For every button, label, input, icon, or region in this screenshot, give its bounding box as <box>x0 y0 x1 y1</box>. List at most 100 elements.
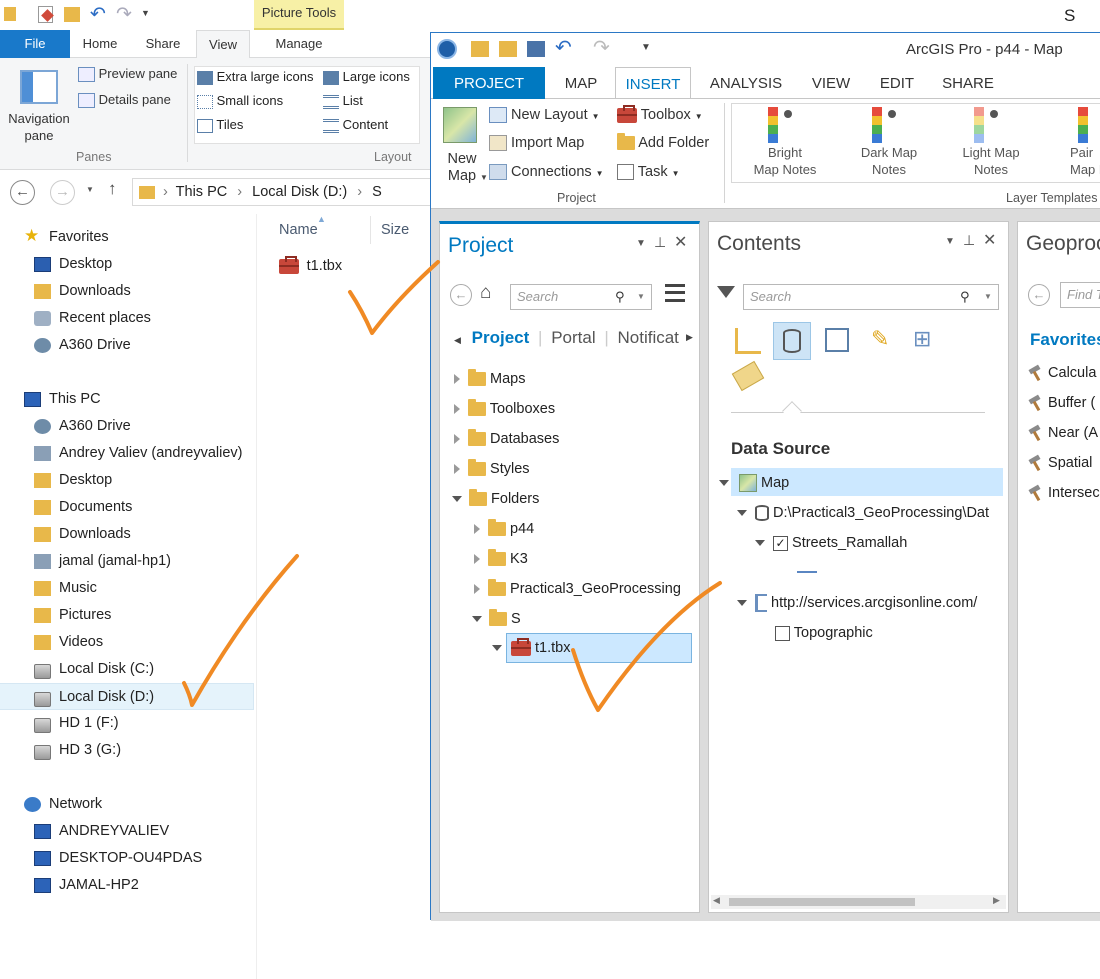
tree-item-t1[interactable]: t1.tbx <box>492 635 571 661</box>
pin-icon[interactable]: ⊥ <box>654 234 666 251</box>
nav-item-jamal-hp2[interactable]: JAMAL-HP2 <box>0 872 256 899</box>
nav-item-jamal[interactable]: jamal (jamal-hp1) <box>0 548 256 575</box>
bright-map-notes-template[interactable]: Bright Map Notes <box>740 104 830 182</box>
large-icons-option[interactable]: Large icons <box>323 69 410 85</box>
undo-icon[interactable]: ↶ <box>555 35 572 60</box>
pane-options-icon[interactable]: ▼ <box>945 236 955 247</box>
tree-item-service[interactable]: http://services.arcgisonline.com/ <box>737 590 1003 616</box>
scroll-left-icon[interactable]: ◀ <box>713 895 720 906</box>
scroll-thumb[interactable] <box>729 898 915 906</box>
list-by-data-source-icon[interactable] <box>773 322 811 360</box>
tree-item-maps[interactable]: Maps <box>454 366 526 392</box>
extra-large-icons-option[interactable]: Extra large icons <box>197 69 313 85</box>
content-option[interactable]: Content <box>323 117 388 133</box>
nav-item-videos[interactable]: Videos <box>0 629 256 656</box>
tab-insert[interactable]: INSERT <box>615 67 691 100</box>
new-layout-button[interactable]: New Layout ▼ <box>489 107 600 124</box>
tree-item-s[interactable]: S <box>472 606 521 632</box>
nav-item-desktop-pc[interactable]: Desktop <box>0 467 256 494</box>
qat-customize-icon[interactable]: ▼ <box>641 42 651 53</box>
subtab-project[interactable]: Project <box>472 328 530 347</box>
nav-item-desktop[interactable]: Desktop <box>0 251 256 278</box>
nav-this-pc[interactable]: This PC <box>0 386 256 413</box>
tree-item-db-path[interactable]: D:\Practical3_GeoProcessing\Dat <box>737 500 1003 526</box>
breadcrumb-item[interactable]: S <box>372 184 382 200</box>
list-by-snapping-icon[interactable]: ⊞ <box>913 326 931 352</box>
small-icons-option[interactable]: Small icons <box>197 93 283 109</box>
favorites-heading[interactable]: Favorites <box>1030 330 1100 350</box>
task-button[interactable]: Task ▼ <box>617 164 680 181</box>
tab-analysis[interactable]: ANALYSIS <box>701 67 791 99</box>
horizontal-scrollbar[interactable]: ◀ ▶ <box>711 895 1006 909</box>
nav-item-andrey-valiev[interactable]: Andrey Valiev (andreyvaliev) <box>0 440 256 467</box>
tab-view[interactable]: View <box>196 30 250 59</box>
forward-arrow-icon[interactable]: → <box>50 180 75 205</box>
navigation-pane-button[interactable]: Navigation pane <box>6 66 72 150</box>
connections-button[interactable]: Connections ▼ <box>489 164 604 181</box>
tab-view[interactable]: VIEW <box>801 67 861 99</box>
nav-item-music[interactable]: Music <box>0 575 256 602</box>
nav-favorites[interactable]: ★ Favorites <box>0 224 256 251</box>
preview-pane-button[interactable]: Preview pane <box>78 66 177 83</box>
nav-item-a360-drive[interactable]: A360 Drive <box>0 332 256 359</box>
find-tools-input[interactable]: Find T <box>1060 282 1100 308</box>
breadcrumb-item[interactable]: Local Disk (D:) <box>252 184 347 200</box>
tab-file[interactable]: File <box>0 30 70 58</box>
column-header-size[interactable]: Size <box>381 222 409 238</box>
open-project-icon[interactable] <box>499 41 517 57</box>
nav-item-downloads-pc[interactable]: Downloads <box>0 521 256 548</box>
new-project-icon[interactable] <box>471 41 489 57</box>
undo-icon[interactable]: ↶ <box>90 3 106 26</box>
tree-item-topographic[interactable]: Topographic <box>775 620 873 646</box>
tree-item-toolboxes[interactable]: Toolboxes <box>454 396 555 422</box>
tool-spatial[interactable]: Spatial <box>1028 450 1092 476</box>
checkbox-checked-icon[interactable]: ✓ <box>773 535 788 551</box>
nav-item-a360-drive-pc[interactable]: A360 Drive <box>0 413 256 440</box>
tree-item-p44[interactable]: p44 <box>474 516 534 542</box>
pane-options-icon[interactable]: ▼ <box>636 238 646 249</box>
tree-item-practical3[interactable]: Practical3_GeoProcessing <box>474 576 681 602</box>
back-icon[interactable]: ← <box>450 284 472 306</box>
dark-map-notes-template[interactable]: Dark Map Notes <box>844 104 934 182</box>
import-map-button[interactable]: Import Map <box>489 135 584 152</box>
tree-item-streets[interactable]: ✓ Streets_Ramallah <box>755 530 907 556</box>
file-item[interactable]: t1.tbx <box>279 256 342 275</box>
list-by-labeling-icon[interactable] <box>731 360 765 392</box>
tool-buffer[interactable]: Buffer ( <box>1028 390 1095 416</box>
properties-icon[interactable] <box>38 6 54 23</box>
subtab-notifications[interactable]: Notificat <box>618 328 679 347</box>
list-option[interactable]: List <box>323 93 363 109</box>
tool-calculate[interactable]: Calcula <box>1028 360 1096 386</box>
new-map-button[interactable]: New Map ▼ <box>437 103 488 187</box>
column-header-name[interactable]: Name <box>279 222 318 238</box>
nav-item-documents[interactable]: Documents <box>0 494 256 521</box>
recent-locations-icon[interactable]: ▼ <box>86 185 94 194</box>
nav-item-local-disk-d[interactable]: Local Disk (D:) <box>0 683 254 710</box>
contents-search-input[interactable]: Search ⚲ ▼ <box>743 284 999 310</box>
tree-item-databases[interactable]: Databases <box>454 426 559 452</box>
home-icon[interactable]: ⌂ <box>480 282 491 304</box>
subtab-portal[interactable]: Portal <box>551 328 595 347</box>
nav-item-hd1[interactable]: HD 1 (F:) <box>0 710 256 737</box>
nav-item-desktop-ou4pdas[interactable]: DESKTOP-OU4PDAS <box>0 845 256 872</box>
list-by-editing-icon[interactable]: ✎ <box>871 326 889 352</box>
tree-item-map[interactable]: Map <box>719 470 789 496</box>
list-by-selection-icon[interactable] <box>825 328 849 352</box>
qat-dropdown-icon[interactable]: ▼ <box>141 8 150 18</box>
tab-home[interactable]: Home <box>70 30 130 58</box>
menu-icon[interactable] <box>665 284 685 302</box>
pair-map-notes-template[interactable]: Pair Map N <box>1050 104 1100 182</box>
nav-item-downloads[interactable]: Downloads <box>0 278 256 305</box>
toolbox-button[interactable]: Toolbox ▼ <box>617 104 703 123</box>
up-arrow-icon[interactable]: ↑ <box>108 179 117 199</box>
tool-intersect[interactable]: Intersec <box>1028 480 1100 506</box>
tab-share[interactable]: SHARE <box>933 67 1003 99</box>
project-search-input[interactable]: Search ⚲ ▼ <box>510 284 652 310</box>
tree-item-folders[interactable]: Folders <box>452 486 539 512</box>
tree-item-k3[interactable]: K3 <box>474 546 528 572</box>
checkbox-unchecked-icon[interactable] <box>775 625 790 641</box>
close-icon[interactable]: ✕ <box>983 230 996 250</box>
scroll-right-icon[interactable]: ▶ <box>993 895 1000 906</box>
subtab-scroll-left-icon[interactable]: ◀ <box>454 335 461 345</box>
nav-item-andreyvaliev[interactable]: ANDREYVALIEV <box>0 818 256 845</box>
